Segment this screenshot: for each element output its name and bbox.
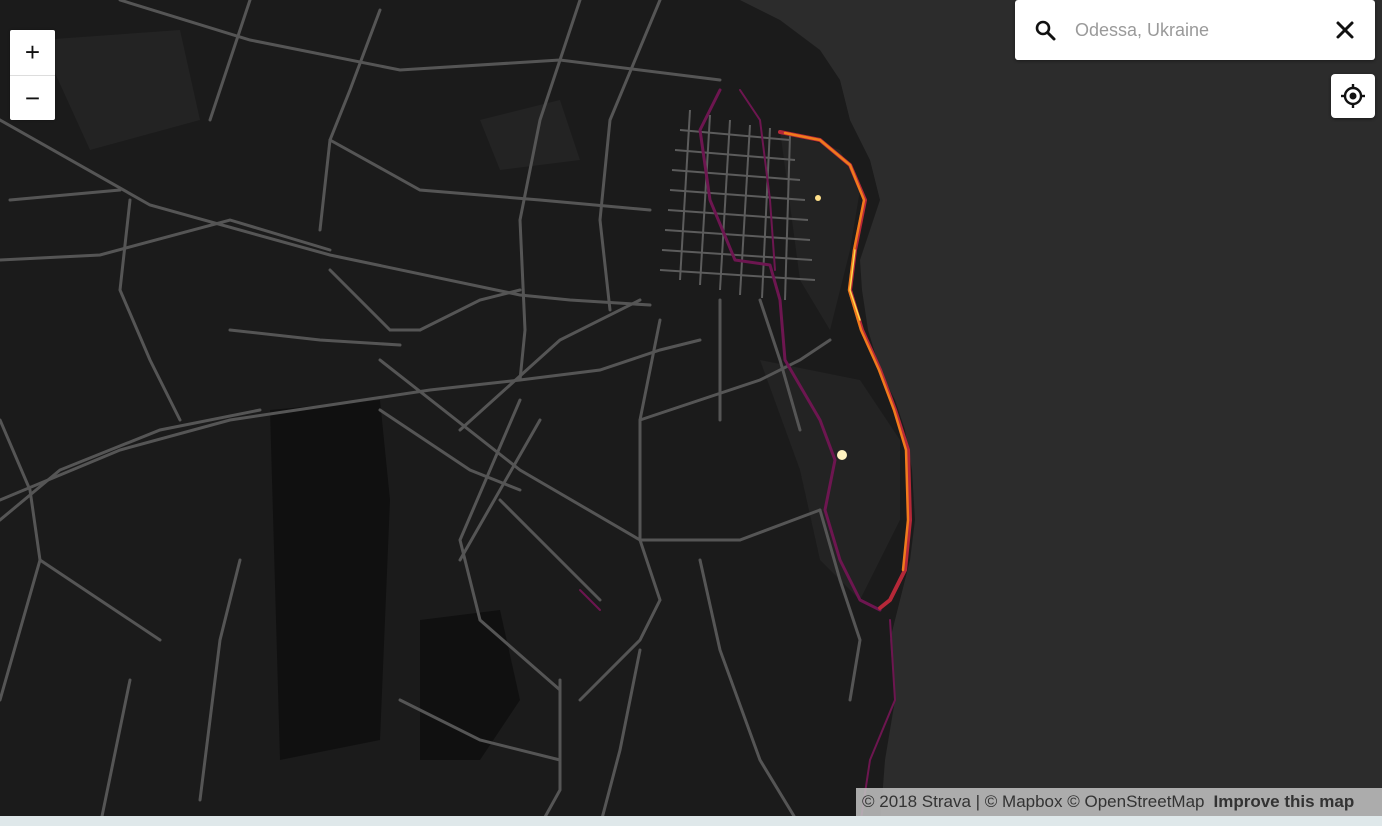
attribution-text: © 2018 Strava | © Mapbox © OpenStreetMap [862,792,1205,811]
bottom-edge [0,816,1382,826]
zoom-out-button[interactable]: − [10,75,55,121]
map-attribution: © 2018 Strava | © Mapbox © OpenStreetMap… [856,788,1382,816]
zoom-in-button[interactable]: + [10,30,55,75]
search-input[interactable] [1073,14,1317,46]
search-box [1015,0,1375,60]
search-icon[interactable] [1033,18,1057,42]
crosshair-location-icon [1341,84,1365,108]
improve-map-link[interactable]: Improve this map [1214,792,1355,812]
locate-me-button[interactable] [1331,74,1375,118]
zoom-control: + − [10,30,55,120]
heatmap-map[interactable] [0,0,1382,826]
close-icon[interactable] [1331,16,1359,44]
